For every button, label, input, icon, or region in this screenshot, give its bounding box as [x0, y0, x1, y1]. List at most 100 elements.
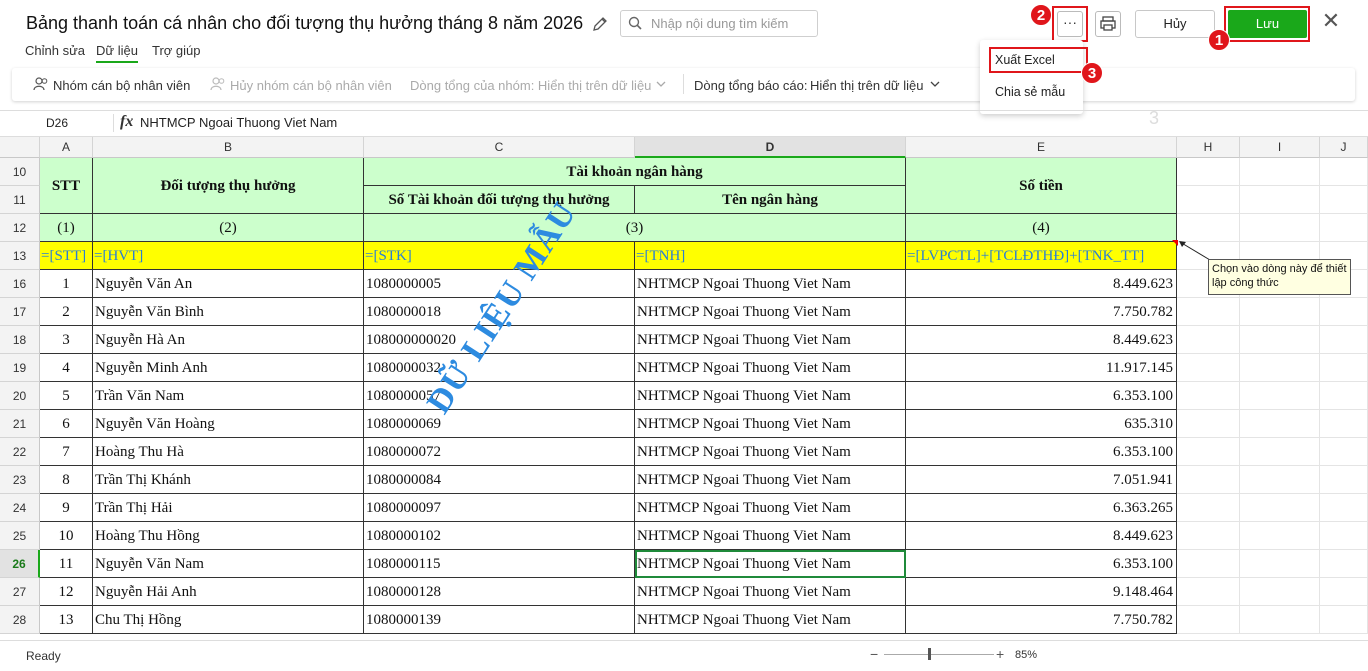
row-header[interactable]: 27 — [0, 578, 40, 606]
row-header[interactable]: 20 — [0, 382, 40, 410]
menu-item-share-template[interactable]: Chia sẻ mẫu — [995, 85, 1065, 99]
header-bank-name[interactable]: Tên ngân hàng — [635, 186, 906, 214]
empty-cell[interactable] — [1320, 410, 1368, 438]
stt-cell[interactable]: 1 — [40, 270, 93, 298]
bank-cell[interactable]: NHTMCP Ngoai Thuong Viet Nam — [635, 494, 906, 522]
save-button[interactable]: Lưu — [1228, 10, 1307, 38]
stt-cell[interactable]: 8 — [40, 466, 93, 494]
empty-cell[interactable] — [1320, 578, 1368, 606]
bank-cell[interactable]: NHTMCP Ngoai Thuong Viet Nam — [635, 354, 906, 382]
empty-cell[interactable] — [1320, 186, 1368, 214]
empty-cell[interactable] — [1177, 522, 1240, 550]
empty-cell[interactable] — [1320, 382, 1368, 410]
account-cell[interactable]: 1080000084 — [364, 466, 635, 494]
column-header[interactable]: B — [93, 137, 364, 158]
empty-cell[interactable] — [1177, 326, 1240, 354]
column-header[interactable]: E — [906, 137, 1177, 158]
empty-cell[interactable] — [1177, 410, 1240, 438]
tab-edit[interactable]: Chỉnh sửa — [25, 43, 85, 58]
amount-cell[interactable]: 7.750.782 — [906, 606, 1177, 634]
formula-cell[interactable]: =[TNH] — [635, 242, 906, 270]
empty-cell[interactable] — [1177, 466, 1240, 494]
row-header[interactable]: 24 — [0, 494, 40, 522]
name-cell[interactable]: Nguyễn Văn An — [93, 270, 364, 298]
report-total-dropdown[interactable]: Hiển thị trên dữ liệu — [810, 78, 923, 93]
bank-cell[interactable]: NHTMCP Ngoai Thuong Viet Nam — [635, 326, 906, 354]
pencil-icon[interactable] — [592, 16, 608, 32]
empty-cell[interactable] — [1320, 326, 1368, 354]
row-header[interactable]: 16 — [0, 270, 40, 298]
empty-cell[interactable] — [1177, 382, 1240, 410]
empty-cell[interactable] — [1320, 438, 1368, 466]
amount-cell[interactable]: 11.917.145 — [906, 354, 1177, 382]
formula-cell[interactable]: =[LVPCTL]+[TCLĐTHĐ]+[TNK_TT] — [906, 242, 1177, 270]
column-header[interactable]: I — [1240, 137, 1320, 158]
row-header[interactable]: 18 — [0, 326, 40, 354]
name-cell[interactable]: Nguyễn Văn Nam — [93, 550, 364, 578]
empty-cell[interactable] — [1320, 606, 1368, 634]
empty-cell[interactable] — [1177, 578, 1240, 606]
formula-input[interactable]: NHTMCP Ngoai Thuong Viet Nam — [140, 115, 337, 130]
group-total-dropdown[interactable]: Dòng tổng của nhóm: Hiển thị trên dữ liệ… — [410, 78, 651, 93]
index-cell[interactable]: (4) — [906, 214, 1177, 242]
header-amount[interactable]: Số tiền — [906, 158, 1177, 214]
row-header[interactable]: 21 — [0, 410, 40, 438]
name-cell[interactable]: Trần Thị Khánh — [93, 466, 364, 494]
empty-cell[interactable] — [1320, 158, 1368, 186]
name-cell[interactable]: Trần Thị Hải — [93, 494, 364, 522]
name-cell[interactable]: Nguyễn Văn Bình — [93, 298, 364, 326]
formula-cell[interactable]: =[STK] — [364, 242, 635, 270]
empty-cell[interactable] — [1240, 158, 1320, 186]
amount-cell[interactable]: 9.148.464 — [906, 578, 1177, 606]
row-header[interactable]: 12 — [0, 214, 40, 242]
bank-cell[interactable]: NHTMCP Ngoai Thuong Viet Nam — [635, 466, 906, 494]
account-cell[interactable]: 1080000139 — [364, 606, 635, 634]
bank-cell[interactable]: NHTMCP Ngoai Thuong Viet Nam — [635, 606, 906, 634]
print-button[interactable] — [1095, 11, 1121, 37]
empty-cell[interactable] — [1177, 354, 1240, 382]
account-cell[interactable]: 1080000069 — [364, 410, 635, 438]
search-input[interactable]: Nhập nội dung tìm kiếm — [620, 10, 818, 37]
row-header[interactable]: 11 — [0, 186, 40, 214]
empty-cell[interactable] — [1240, 354, 1320, 382]
account-cell[interactable]: 1080000102 — [364, 522, 635, 550]
header-bank-account[interactable]: Tài khoản ngân hàng — [364, 158, 906, 186]
stt-cell[interactable]: 3 — [40, 326, 93, 354]
stt-cell[interactable]: 2 — [40, 298, 93, 326]
empty-cell[interactable] — [1177, 438, 1240, 466]
account-cell[interactable]: 1080000072 — [364, 438, 635, 466]
bank-cell[interactable]: NHTMCP Ngoai Thuong Viet Nam — [635, 410, 906, 438]
empty-cell[interactable] — [1240, 186, 1320, 214]
empty-cell[interactable] — [1240, 606, 1320, 634]
zoom-slider-thumb[interactable] — [928, 648, 931, 660]
index-cell[interactable]: (3) — [364, 214, 906, 242]
empty-cell[interactable] — [1240, 438, 1320, 466]
row-header[interactable]: 22 — [0, 438, 40, 466]
stt-cell[interactable]: 5 — [40, 382, 93, 410]
stt-cell[interactable]: 4 — [40, 354, 93, 382]
bank-cell[interactable]: NHTMCP Ngoai Thuong Viet Nam — [635, 382, 906, 410]
column-header[interactable]: A — [40, 137, 93, 158]
empty-cell[interactable] — [1240, 466, 1320, 494]
header-beneficiary[interactable]: Đối tượng thụ hưởng — [93, 158, 364, 214]
stt-cell[interactable]: 7 — [40, 438, 93, 466]
name-cell[interactable]: Nguyễn Văn Hoàng — [93, 410, 364, 438]
select-all-corner[interactable] — [0, 137, 40, 158]
account-cell[interactable]: 1080000057 — [364, 382, 635, 410]
bank-cell[interactable]: NHTMCP Ngoai Thuong Viet Nam — [635, 298, 906, 326]
amount-cell[interactable]: 7.051.941 — [906, 466, 1177, 494]
row-header[interactable]: 28 — [0, 606, 40, 634]
more-options-button[interactable]: ··· — [1057, 11, 1083, 37]
empty-cell[interactable] — [1320, 298, 1368, 326]
name-cell[interactable]: Nguyễn Hải Anh — [93, 578, 364, 606]
formula-cell[interactable]: =[STT] — [40, 242, 93, 270]
empty-cell[interactable] — [1177, 550, 1240, 578]
empty-cell[interactable] — [1240, 578, 1320, 606]
zoom-out-icon[interactable]: − — [870, 646, 878, 662]
amount-cell[interactable]: 7.750.782 — [906, 298, 1177, 326]
stt-cell[interactable]: 9 — [40, 494, 93, 522]
empty-cell[interactable] — [1240, 522, 1320, 550]
header-account-no[interactable]: Số Tài khoản đối tượng thụ hưởng — [364, 186, 635, 214]
stt-cell[interactable]: 10 — [40, 522, 93, 550]
cell-reference[interactable]: D26 — [46, 116, 68, 130]
